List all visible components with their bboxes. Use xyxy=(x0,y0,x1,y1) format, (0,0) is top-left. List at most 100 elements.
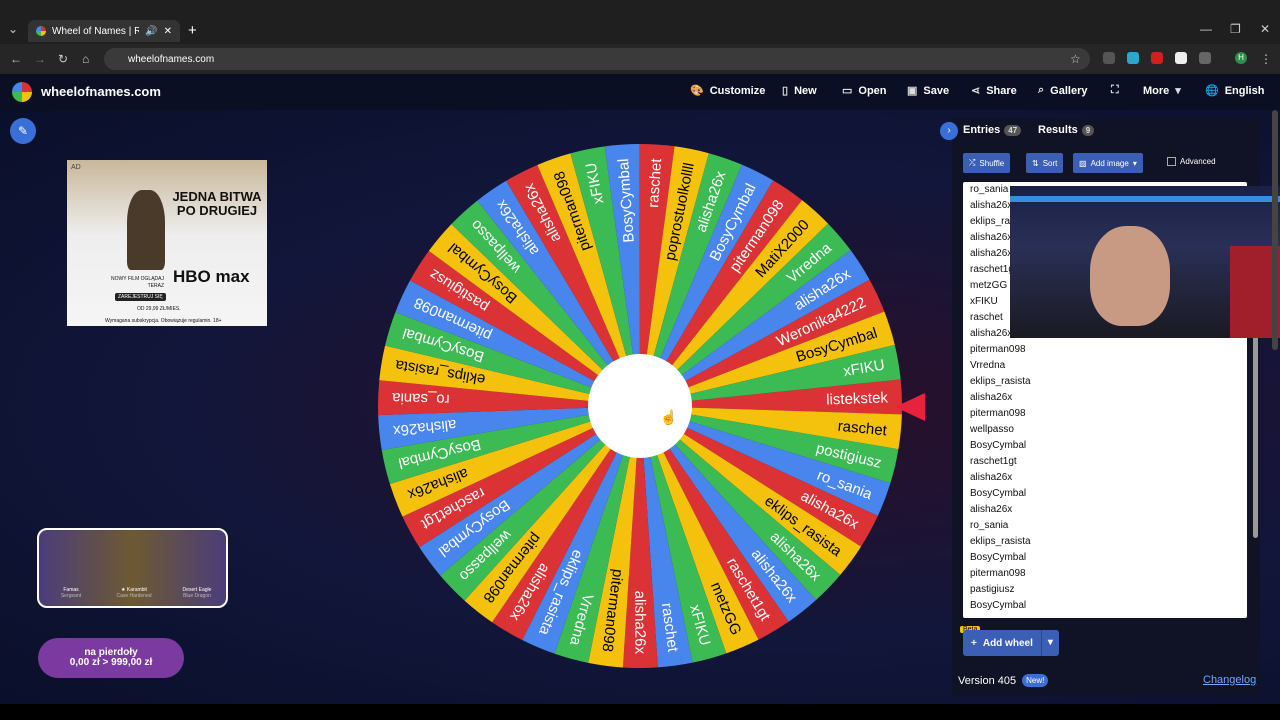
list-item: BosyCymbal xyxy=(970,440,1027,451)
list-item: eklips_rasista xyxy=(970,376,1031,387)
version-label: Version 405 xyxy=(958,674,1017,687)
fullscreen-button[interactable]: ⛶ xyxy=(1111,84,1119,97)
ad-price: OD 29,99 ZŁ/MIES. xyxy=(137,306,181,312)
reload-icon[interactable]: ↻ xyxy=(58,52,68,66)
skin-sub: Sergeant xyxy=(60,593,82,599)
bookmark-star-icon[interactable]: ☆ xyxy=(1070,52,1081,66)
extension-icon[interactable] xyxy=(1103,52,1115,64)
customize-button[interactable]: 🎨 Customize xyxy=(690,84,766,98)
browser-menu-icon[interactable]: ⋮ xyxy=(1260,52,1272,66)
sort-icon: ⇅ xyxy=(1032,158,1039,168)
price-filter-box: na pierdoły 0,00 zł > 999,00 zł xyxy=(38,638,184,678)
minimize-icon[interactable]: — xyxy=(1200,22,1212,36)
add-wheel-button[interactable]: + Add wheel ▾ xyxy=(963,630,1059,656)
list-item: piterman098 xyxy=(970,408,1026,419)
advanced-checkbox[interactable]: Advanced xyxy=(1167,157,1216,166)
share-label: Share xyxy=(986,84,1017,97)
save-button[interactable]: ▣ Save xyxy=(907,84,949,98)
sort-button[interactable]: ⇅ Sort xyxy=(1026,153,1064,173)
add-image-label: Add image xyxy=(1090,158,1129,168)
tab-entries[interactable]: Entries 47 xyxy=(963,124,1022,136)
list-item: pastigiusz xyxy=(970,584,1015,595)
list-item: alisha26x xyxy=(970,472,1013,483)
caret-down-icon[interactable]: ▾ xyxy=(1040,630,1059,656)
extension-icon[interactable] xyxy=(1175,52,1187,64)
extension-icon[interactable] xyxy=(1127,52,1139,64)
extension-icon[interactable] xyxy=(1151,52,1163,64)
add-wheel-main[interactable]: + Add wheel xyxy=(963,638,1041,649)
ad-film-line: NOWY FILM OGLĄDAJ TERAZ xyxy=(111,276,164,289)
checkbox-box[interactable] xyxy=(1167,157,1176,166)
window-close-icon[interactable]: ✕ xyxy=(1260,22,1270,36)
spin-wheel[interactable]: listekstekraschetpostigiuszro_saniaalish… xyxy=(377,143,903,669)
more-label: More xyxy=(1143,84,1170,97)
new-button[interactable]: ▯ New xyxy=(782,84,817,98)
folder-icon: ▭ xyxy=(842,85,853,97)
entries-scrollbar[interactable] xyxy=(1253,308,1258,538)
shuffle-icon: ⤮ xyxy=(969,158,976,167)
entries-tab-label: Entries xyxy=(963,124,1001,136)
list-item: BosyCymbal xyxy=(970,488,1027,499)
address-bar-row: ← → ↻ ⌂ wheelofnames.com ☆ H ⋮ xyxy=(0,44,1280,74)
profile-avatar[interactable]: H xyxy=(1235,52,1247,64)
changelog-link[interactable]: Changelog xyxy=(1203,674,1256,686)
wheel-slice-label: raschet xyxy=(645,157,665,208)
language-label: English xyxy=(1224,84,1265,97)
more-button[interactable]: More ▾ xyxy=(1143,84,1181,98)
home-icon[interactable]: ⌂ xyxy=(82,52,89,66)
search-icon: ⌕ xyxy=(1038,84,1045,96)
extensions-puzzle-icon[interactable] xyxy=(1199,52,1211,64)
shuffle-button[interactable]: ⤮ Shuffle xyxy=(963,153,1011,173)
ad-signup-button[interactable]: ZAREJESTRUJ SIĘ xyxy=(115,293,166,301)
list-item: alisha26x xyxy=(970,504,1013,515)
shuffle-label: Shuffle xyxy=(979,158,1005,168)
tab-results[interactable]: Results 9 xyxy=(1038,124,1095,136)
add-image-button[interactable]: ▨ Add image ▾ xyxy=(1073,153,1143,173)
collapse-chevron-icon[interactable]: › xyxy=(940,122,958,140)
file-icon: ▯ xyxy=(782,85,789,97)
forward-icon[interactable]: → xyxy=(34,52,46,66)
customize-label: Customize xyxy=(709,84,766,97)
back-icon[interactable]: ← xyxy=(10,52,22,66)
language-button[interactable]: 🌐 English xyxy=(1205,84,1265,98)
gallery-button[interactable]: ⌕ Gallery xyxy=(1038,84,1087,97)
skin-item: ★ Karambit Case Hardened xyxy=(104,587,164,599)
url-text: wheelofnames.com xyxy=(128,53,215,65)
sort-label: Sort xyxy=(1042,158,1058,168)
fullscreen-icon: ⛶ xyxy=(1111,84,1119,96)
page-scrollbar[interactable] xyxy=(1272,110,1278,350)
tab-list-icon[interactable]: ⌄ xyxy=(8,22,18,36)
share-button[interactable]: ⋖ Share xyxy=(971,84,1017,98)
new-tab-icon[interactable]: + xyxy=(188,22,197,39)
wheel-slice-label: listekstek xyxy=(826,389,889,408)
browser-tab-bar: ⌄ Wheel of Names | Random 🔊 ✕ + — ❐ ✕ xyxy=(0,0,1280,44)
open-label: Open xyxy=(858,84,887,97)
skin-item: Desert Eagle Blue Dragon xyxy=(167,587,226,599)
ad-image xyxy=(127,190,165,270)
wheel-center[interactable] xyxy=(588,354,692,458)
wheel-pointer xyxy=(895,393,925,421)
plus-icon: + xyxy=(971,637,977,649)
browser-tab[interactable]: Wheel of Names | Random 🔊 ✕ xyxy=(28,20,180,42)
list-item: ro_sania xyxy=(970,520,1009,531)
new-label: New xyxy=(794,84,817,97)
advertisement[interactable]: AD JEDNA BITWA PO DRUGIEJ NOWY FILM OGLĄ… xyxy=(67,160,267,326)
site-logo-icon[interactable] xyxy=(12,82,32,102)
image-icon: ▨ xyxy=(1079,158,1087,168)
url-field[interactable]: wheelofnames.com xyxy=(104,48,1090,70)
panel-tabs: › Entries 47 Results 9 xyxy=(940,118,1260,144)
tab-title: Wheel of Names | Random xyxy=(52,25,140,37)
globe-icon: 🌐 xyxy=(1205,85,1219,97)
maximize-icon[interactable]: ❐ xyxy=(1230,22,1241,36)
site-navbar: wheelofnames.com 🎨 Customize ▯ New ▭ Open ▣… xyxy=(0,74,1280,110)
caret-down-icon: ▾ xyxy=(1175,85,1181,97)
webcam-person xyxy=(1090,226,1170,326)
version-info: Version 405 New! xyxy=(958,674,1049,687)
open-button[interactable]: ▭ Open xyxy=(842,84,887,98)
edit-pencil-icon[interactable]: ✎ xyxy=(10,118,36,144)
site-name[interactable]: wheelofnames.com xyxy=(41,84,161,99)
tab-close-icon[interactable]: ✕ xyxy=(164,26,172,37)
new-badge: New! xyxy=(1022,674,1049,687)
wheel-slice-label: ro_sania xyxy=(391,389,450,408)
skin-item: Famas Sergeant xyxy=(41,587,101,599)
